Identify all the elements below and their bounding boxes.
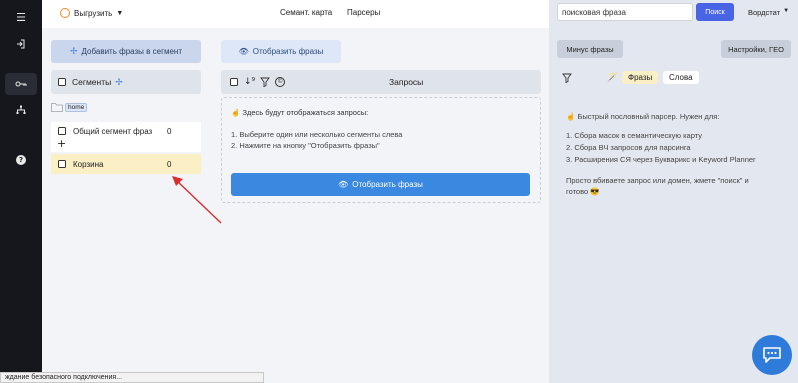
export-button[interactable]: Выгрузить ▼: [60, 8, 123, 18]
queries-select-all-checkbox[interactable]: [230, 78, 238, 86]
segments-select-all-checkbox[interactable]: [58, 78, 66, 86]
segment-label: Корзина: [73, 159, 104, 169]
copy-icon[interactable]: ©: [275, 77, 286, 87]
hand-pointing-icon: ☝: [231, 108, 241, 117]
export-label: Выгрузить: [74, 8, 113, 18]
show-phrases-button[interactable]: 👁 Отобразить фразы: [231, 173, 530, 196]
segment-label: Общий сегмент фраз: [73, 127, 153, 136]
folder-icon: [51, 103, 63, 112]
parser-list-item: 2. Сбора ВЧ запросов для парсинга: [566, 143, 691, 152]
show-phrases-label: Отобразить фразы: [352, 180, 423, 189]
queries-header-label: Запросы: [389, 77, 424, 87]
source-label: Вордстат: [748, 8, 781, 17]
plus-icon: ✢: [69, 46, 78, 56]
parser-outro-end: готово 😎: [566, 187, 600, 196]
chat-icon: [763, 347, 781, 363]
key-icon[interactable]: [0, 73, 42, 95]
settings-geo-button[interactable]: Настройки, ГЕО: [721, 40, 791, 58]
queries-header: ↓⁹ © Запросы: [221, 70, 541, 94]
sort-icon[interactable]: ↓⁹: [244, 77, 255, 87]
tab-words[interactable]: Слова: [663, 71, 699, 84]
eye-icon: 👁: [238, 47, 249, 56]
segment-checkbox[interactable]: [58, 127, 66, 135]
caret-down-icon: ▼: [116, 9, 124, 17]
caret-down-icon: ▼: [783, 8, 790, 14]
segment-count: 0: [167, 127, 172, 136]
minus-phrases-button[interactable]: Минус фразы: [557, 40, 623, 58]
hint-step: 1. Выберите один или несколько сегменты …: [231, 130, 403, 139]
show-phrases-top-label: Отобразить фразы: [252, 47, 324, 56]
left-sidebar: ☰ ?: [0, 0, 42, 383]
plus-small-icon[interactable]: +: [57, 137, 66, 150]
hint-title: ☝ Здесь будут отображаться запросы:: [231, 108, 369, 117]
segments-header: Сегменты ✢: [51, 70, 201, 94]
queries-empty-state: ☝ Здесь будут отображаться запросы: 1. В…: [221, 97, 541, 203]
add-segment-icon[interactable]: ✢: [115, 77, 123, 88]
filter-icon[interactable]: [260, 77, 271, 87]
magic-wand-icon[interactable]: 🪄: [607, 72, 618, 83]
hand-pointing-icon: ☝: [566, 112, 576, 121]
hint-step: 2. Нажмите на кнопку "Отобразить фразы": [231, 141, 380, 150]
annotation-arrow: [172, 176, 222, 224]
filter-icon[interactable]: [562, 73, 572, 83]
add-to-segment-label: Добавить фразы в сегмент: [81, 47, 183, 56]
parser-list-item: 3. Расширения СЯ через Букварикс и Keywo…: [566, 155, 756, 164]
segments-header-label: Сегменты: [72, 77, 112, 87]
segment-count: 0: [167, 159, 172, 169]
tab-phrases[interactable]: Фразы: [622, 71, 659, 84]
segment-checkbox[interactable]: [58, 160, 66, 168]
browser-status-bar: ждание безопасного подключения...: [0, 372, 264, 383]
chat-button[interactable]: [752, 335, 792, 375]
show-phrases-top-button[interactable]: 👁 Отобразить фразы: [221, 40, 341, 63]
nav-parsers[interactable]: Парсеры: [347, 8, 380, 17]
sitemap-icon[interactable]: [0, 105, 42, 117]
search-button[interactable]: Поиск: [696, 3, 734, 21]
parser-intro: ☝ Быстрый пословный парсер. Нужен для:: [566, 112, 720, 121]
segment-row[interactable]: Общий сегмент фраз 0: [51, 122, 201, 152]
search-input[interactable]: поисковая фраза: [557, 3, 693, 21]
export-icon: [60, 8, 70, 18]
add-to-segment-button[interactable]: ✢ Добавить фразы в сегмент: [51, 40, 201, 63]
eye-icon: 👁: [338, 180, 349, 189]
menu-icon[interactable]: ☰: [0, 11, 42, 24]
source-select[interactable]: Вордстат ▼: [748, 8, 789, 17]
folder-label: home: [65, 102, 88, 112]
nav-semantic-map[interactable]: Семант. карта: [280, 8, 332, 17]
segment-row-trash[interactable]: Корзина 0: [51, 154, 201, 174]
help-icon[interactable]: ?: [0, 155, 42, 165]
parser-list-item: 1. Сбора масок в семантическую карту: [566, 131, 702, 140]
sunglasses-emoji-icon: 😎: [590, 187, 600, 196]
top-bar: Выгрузить ▼ Семант. карта Парсеры: [42, 0, 549, 28]
parser-outro: Просто вбиваете запрос или домен, жмете …: [566, 176, 749, 185]
folder-row[interactable]: home: [51, 102, 88, 112]
login-icon[interactable]: [0, 39, 42, 51]
